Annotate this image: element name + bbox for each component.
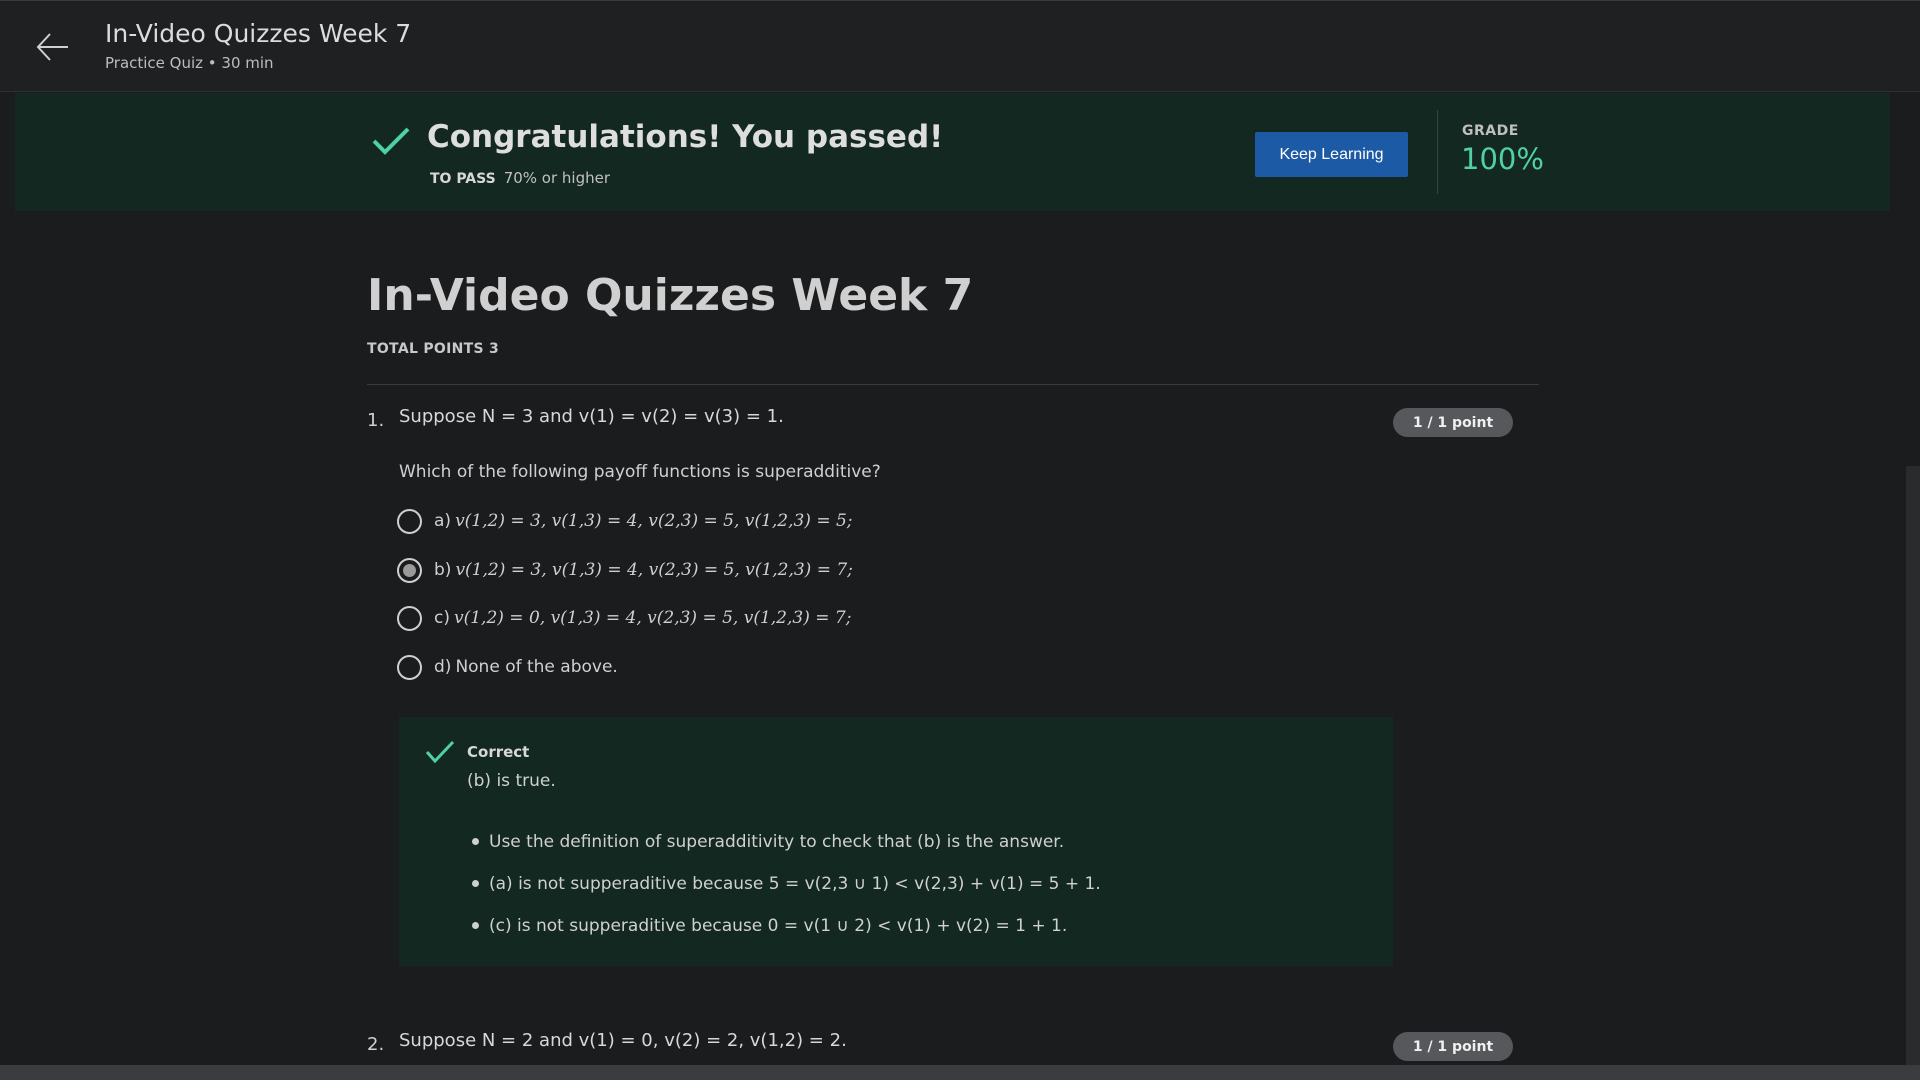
points-badge: 1 / 1 point — [1393, 1032, 1513, 1061]
feedback-bullet: Use the definition of superadditivity to… — [471, 821, 1101, 863]
question-number: 2. — [367, 1034, 385, 1055]
to-pass-value: 70% or higher — [503, 169, 611, 187]
points-badge: 1 / 1 point — [1393, 408, 1513, 437]
pass-banner: Congratulations! You passed! TO PASS 70% … — [15, 93, 1890, 211]
option-b[interactable]: b) v(1,2) = 3, v(1,3) = 4, v(2,3) = 5, v… — [397, 555, 853, 585]
pass-title: Congratulations! You passed! — [427, 119, 944, 155]
question-number: 1. — [367, 410, 385, 431]
feedback-status: Correct — [467, 743, 530, 761]
option-letter: a) — [434, 511, 452, 531]
checkmark-icon — [372, 127, 410, 155]
feedback-panel: Correct (b) is true. Use the definition … — [399, 717, 1393, 966]
question-stem: Suppose N = 3 and v(1) = v(2) = v(3) = 1… — [399, 406, 784, 427]
grade-label: GRADE — [1462, 123, 1519, 139]
option-text: v(1,2) = 0, v(1,3) = 4, v(2,3) = 5, v(1,… — [453, 608, 852, 628]
option-a[interactable]: a) v(1,2) = 3, v(1,3) = 4, v(2,3) = 5, v… — [397, 506, 853, 536]
checkmark-icon — [425, 740, 455, 764]
quiz-title: In-Video Quizzes Week 7 — [367, 270, 974, 321]
option-c[interactable]: c) v(1,2) = 0, v(1,3) = 4, v(2,3) = 5, v… — [397, 603, 851, 633]
total-points: TOTAL POINTS 3 — [367, 341, 500, 357]
radio-button[interactable] — [397, 654, 422, 680]
question-stem: Suppose N = 2 and v(1) = 0, v(2) = 2, v(… — [399, 1030, 847, 1051]
pass-requirement: TO PASS 70% or higher — [430, 169, 610, 187]
header-subtitle: Practice Quiz • 30 min — [105, 54, 274, 72]
option-letter: d) — [434, 657, 452, 677]
radio-button[interactable] — [397, 508, 422, 534]
feedback-list: Use the definition of superadditivity to… — [471, 821, 1101, 947]
scrollbar-thumb[interactable] — [1906, 466, 1920, 1065]
question-prompt: Which of the following payoff functions … — [399, 462, 881, 482]
feedback-bullet: (c) is not supperaditive because 0 = v(1… — [471, 905, 1101, 947]
grade-value: 100% — [1461, 142, 1544, 176]
option-text: v(1,2) = 3, v(1,3) = 4, v(2,3) = 5, v(1,… — [455, 560, 853, 580]
option-d[interactable]: d) None of the above. — [397, 652, 618, 682]
to-pass-label: TO PASS — [430, 171, 496, 187]
option-text: None of the above. — [455, 657, 618, 677]
feedback-bullet: (a) is not supperaditive because 5 = v(2… — [471, 863, 1101, 905]
divider — [367, 384, 1539, 385]
grade-divider — [1437, 110, 1438, 194]
arrow-left-icon — [36, 33, 68, 61]
option-letter: b) — [434, 560, 452, 580]
radio-button-selected[interactable] — [397, 557, 422, 583]
feedback-summary: (b) is true. — [467, 771, 556, 791]
bottom-strip — [0, 1065, 1920, 1080]
option-text: v(1,2) = 3, v(1,3) = 4, v(2,3) = 5, v(1,… — [455, 511, 853, 531]
header-title: In-Video Quizzes Week 7 — [105, 19, 412, 48]
radio-button[interactable] — [397, 605, 422, 631]
option-letter: c) — [434, 608, 450, 628]
keep-learning-button[interactable]: Keep Learning — [1255, 132, 1408, 177]
top-bar: In-Video Quizzes Week 7 Practice Quiz • … — [0, 0, 1920, 92]
back-button[interactable] — [30, 25, 74, 69]
